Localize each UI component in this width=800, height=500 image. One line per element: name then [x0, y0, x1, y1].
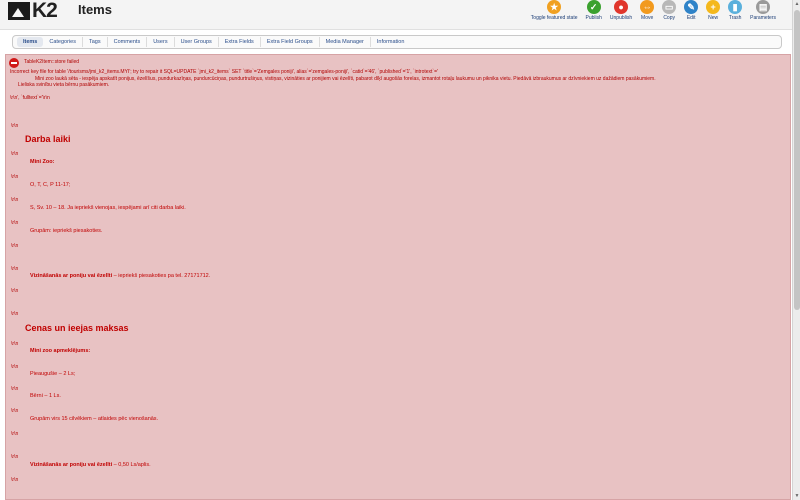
page-scrollbar[interactable]: ▲ ▼ — [792, 0, 800, 500]
escape-sequence: \r\n — [11, 243, 19, 249]
new-button[interactable]: + New — [706, 0, 721, 21]
scroll-down-arrow-icon[interactable]: ▼ — [793, 492, 800, 500]
tab-tags[interactable]: Tags — [83, 37, 108, 47]
unpublish-icon: ● — [614, 0, 629, 14]
unpublish-button[interactable]: ● Unpublish — [610, 0, 632, 21]
tab-user-groups[interactable]: User Groups — [175, 37, 219, 47]
edit-pencil-icon: ✎ — [684, 0, 699, 14]
toolbar-label: Publish — [585, 15, 602, 21]
escape-sequence: \r\n — [11, 477, 19, 483]
paragraph: Mini Zoo: — [30, 159, 54, 165]
toggle-featured-state-button[interactable]: ★ Toggle featured state — [531, 0, 578, 21]
page-title: Items — [78, 2, 112, 17]
error-sql-message: Incorrect key file for table '/tourisms/… — [10, 69, 785, 101]
paragraph: Grupām virs 15 cilvēkiem – atlaides pēc … — [30, 416, 159, 422]
copy-icon: ▭ — [662, 0, 677, 14]
escape-sequence: \r\n — [11, 408, 19, 414]
toolbar-label: Trash — [728, 15, 742, 21]
riding-label: Vizināšanās ar poniju vai ēzelīti — [30, 273, 113, 279]
toolbar-label: Move — [641, 15, 654, 21]
parameters-icon: ▤ — [756, 0, 771, 14]
page: K2 Items ★ Toggle featured state ✓ Publish ●… — [0, 0, 800, 500]
escape-sequence: \r\n — [11, 220, 19, 226]
escape-sequence: \r\n — [11, 311, 19, 317]
paragraph: Pieaugušie – 2 Ls; — [30, 371, 76, 377]
escape-sequence: \r\n — [11, 341, 19, 347]
tab-information[interactable]: Information — [371, 37, 411, 47]
error-fulltext-line: \r\n', `fulltext`='\r\n — [10, 94, 50, 101]
paragraph: S, Sv. 10 – 18. Ja iepriekš vienojas, ie… — [30, 205, 186, 211]
escape-sequence: \r\n — [11, 197, 19, 203]
escape-sequence: \r\n — [11, 386, 19, 392]
k2-logo-mark-icon — [8, 2, 30, 20]
escape-sequence: \r\n — [11, 123, 19, 129]
toolbar-label: New — [708, 15, 719, 21]
paragraph: Mini zoo apmeklējums: — [30, 348, 90, 354]
star-icon: ★ — [547, 0, 562, 14]
scroll-up-arrow-icon[interactable]: ▲ — [793, 0, 800, 8]
escape-sequence: \r\n — [11, 454, 19, 460]
riding-text: – 0,50 Ls/aplis. — [112, 462, 151, 468]
tab-extra-fields[interactable]: Extra Fields — [219, 37, 261, 47]
paragraph: Grupām: iepriekš piesakoties. — [30, 228, 103, 234]
riding-text: – iepriekš piesakoties pa tel. 27171712. — [112, 273, 211, 279]
tab-media-manager[interactable]: Media Manager — [320, 37, 371, 47]
escape-sequence: \r\n — [11, 364, 19, 370]
error-message-box: TableK2Item::store failed Incorrect key … — [5, 54, 791, 500]
publish-button[interactable]: ✓ Publish — [586, 0, 602, 21]
tab-categories[interactable]: Categories — [43, 37, 83, 47]
paragraph: Vizināšanās ar poniju vai ēzelīti – 0,50… — [30, 462, 151, 468]
publish-check-icon: ✓ — [586, 0, 601, 14]
heading-cenas: Cenas un ieejas maksas — [25, 323, 129, 333]
toolbar-label: Edit — [686, 15, 696, 21]
k2-tabs: Items Categories Tags Comments Users User Gro… — [12, 35, 782, 49]
error-heading: TableK2Item::store failed — [24, 59, 80, 65]
tab-extra-field-groups[interactable]: Extra Field Groups — [261, 37, 320, 47]
riding-label: Vizināšanās ar poniju vai ēzelīti — [30, 462, 113, 468]
scroll-thumb[interactable] — [794, 10, 800, 310]
toolbar-label: Toggle featured state — [530, 15, 578, 21]
move-button[interactable]: ⇔ Move — [640, 0, 655, 21]
toolbar: ★ Toggle featured state ✓ Publish ● Unpublish… — [523, 0, 776, 21]
parameters-button[interactable]: ▤ Parameters — [750, 0, 776, 21]
new-plus-icon: + — [706, 0, 721, 14]
error-icon — [9, 58, 19, 68]
toolbar-label: Copy — [663, 15, 675, 21]
toolbar-label: Unpublish — [609, 15, 633, 21]
escape-sequence: \r\n — [11, 174, 19, 180]
tab-comments[interactable]: Comments — [108, 37, 148, 47]
tab-users[interactable]: Users — [147, 37, 175, 47]
escape-sequence: \r\n — [11, 151, 19, 157]
mini-zoo-label: Mini Zoo: — [30, 159, 55, 165]
k2-logo: K2 — [8, 0, 58, 22]
mini-zoo-price-label: Mini zoo apmeklējums: — [30, 348, 91, 354]
trash-button[interactable]: ▮ Trash — [728, 0, 743, 21]
tab-items[interactable]: Items — [17, 37, 44, 47]
k2-logo-text: K2 — [32, 0, 58, 22]
paragraph: O, T, C, P 11-17; — [30, 182, 71, 188]
escape-sequence: \r\n — [11, 266, 19, 272]
trash-icon: ▮ — [728, 0, 743, 14]
escape-sequence: \r\n — [11, 431, 19, 437]
move-arrows-icon: ⇔ — [640, 0, 655, 14]
edit-button[interactable]: ✎ Edit — [684, 0, 699, 21]
paragraph: Bērni – 1 Ls. — [30, 393, 61, 399]
heading-darba-laiki: Darba laiki — [25, 134, 71, 144]
paragraph: Vizināšanās ar poniju vai ēzelīti – iepr… — [30, 273, 210, 279]
escape-sequence: \r\n — [11, 288, 19, 294]
toolbar-label: Parameters — [750, 15, 776, 21]
copy-button[interactable]: ▭ Copy — [662, 0, 677, 21]
admin-header: K2 Items ★ Toggle featured state ✓ Publish ●… — [0, 0, 792, 30]
